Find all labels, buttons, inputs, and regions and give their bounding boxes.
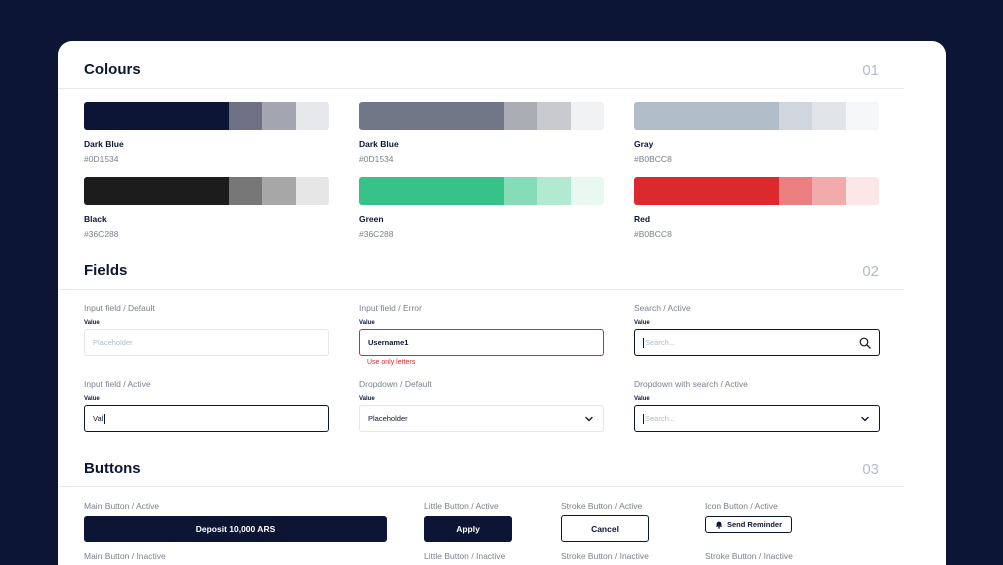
design-system-card: Colours 01 Dark Blue #0D1534 Dark Blue #0D1… xyxy=(58,41,946,565)
colour-shade xyxy=(537,102,571,130)
colour-shade xyxy=(846,102,879,130)
colour-shade xyxy=(812,177,846,205)
buttons-number: 03 xyxy=(862,461,879,478)
input-error-value: Username1 xyxy=(368,338,409,347)
input-error-label: Value xyxy=(359,320,375,326)
chevron-down-icon xyxy=(861,416,869,421)
search-placeholder: Search... xyxy=(645,338,676,347)
apply-button[interactable]: Apply xyxy=(424,516,512,542)
colour-swatch-bar xyxy=(84,102,329,130)
dropdown-value: Placeholder xyxy=(368,414,408,423)
fields-number: 02 xyxy=(862,263,879,280)
colour-swatch-bar xyxy=(634,102,879,130)
colour-name: Dark Blue xyxy=(359,139,399,149)
send-reminder-label: Send Reminder xyxy=(726,520,782,529)
colour-shade xyxy=(359,102,504,130)
chevron-down-icon xyxy=(585,416,593,421)
colour-swatch-bar xyxy=(359,102,604,130)
colour-swatch-bar xyxy=(84,177,329,205)
colour-swatch-bar xyxy=(359,177,604,205)
dropdown-search-label: Value xyxy=(634,396,650,402)
cancel-button[interactable]: Cancel xyxy=(561,515,649,542)
input-error-field[interactable]: Username1 xyxy=(359,329,604,356)
input-active-value: Val xyxy=(93,414,104,423)
colours-divider xyxy=(58,88,904,89)
search-input[interactable]: Search... xyxy=(634,329,880,356)
bell-icon xyxy=(715,521,723,529)
colour-shade xyxy=(779,177,812,205)
dropdown-search-select[interactable]: Search... xyxy=(634,405,880,432)
dropdown-label: Value xyxy=(359,396,375,402)
input-error-caption: Input field / Error xyxy=(359,303,422,313)
main-button-inactive-caption: Main Button / Inactive xyxy=(84,551,166,561)
input-active-caret xyxy=(104,413,106,424)
input-default-label: Value xyxy=(84,320,100,326)
colour-shade xyxy=(229,102,262,130)
colour-name: Dark Blue xyxy=(84,139,124,149)
little-button-inactive-caption: Little Button / Inactive xyxy=(424,551,506,561)
colour-shade xyxy=(571,102,604,130)
colours-number: 01 xyxy=(862,62,879,79)
colour-hex: #0D1534 xyxy=(359,154,394,164)
colour-shade xyxy=(229,177,262,205)
stroke-button-inactive-caption: Stroke Button / Inactive xyxy=(561,551,649,561)
search-caret xyxy=(643,337,644,348)
fields-divider xyxy=(58,289,904,290)
input-active-field[interactable]: Val xyxy=(84,405,329,432)
colour-shade xyxy=(504,177,537,205)
colour-hex: #36C288 xyxy=(84,229,119,239)
colour-shade xyxy=(504,102,537,130)
buttons-title: Buttons xyxy=(84,460,141,477)
colour-shade xyxy=(262,102,296,130)
colour-shade xyxy=(537,177,571,205)
stroke-button-active-caption: Stroke Button / Active xyxy=(561,501,643,511)
fields-title: Fields xyxy=(84,262,128,279)
colour-shade xyxy=(84,102,229,130)
colour-name: Gray xyxy=(634,139,654,149)
colour-shade xyxy=(571,177,604,205)
dropdown-caption: Dropdown / Default xyxy=(359,379,432,389)
search-icon[interactable] xyxy=(859,337,871,349)
deposit-button[interactable]: Deposit 10,000 ARS xyxy=(84,516,387,542)
colour-shade xyxy=(262,177,296,205)
main-button-active-caption: Main Button / Active xyxy=(84,501,160,511)
colours-title: Colours xyxy=(84,61,141,78)
dropdown-search-caret xyxy=(643,413,644,424)
colour-name: Black xyxy=(84,214,107,224)
colour-shade xyxy=(296,177,329,205)
dropdown-search-placeholder: Search... xyxy=(645,414,676,423)
input-default-placeholder: Placeholder xyxy=(93,338,133,347)
colour-hex: #B0BCC8 xyxy=(634,154,672,164)
colour-shade xyxy=(296,102,329,130)
colour-name: Green xyxy=(359,214,384,224)
colour-shade xyxy=(634,177,779,205)
input-active-label: Value xyxy=(84,396,100,402)
colour-shade xyxy=(84,177,229,205)
send-reminder-button[interactable]: Send Reminder xyxy=(705,516,792,533)
stroke-button-inactive-caption-2: Stroke Button / Inactive xyxy=(705,551,793,561)
icon-button-active-caption: Icon Button / Active xyxy=(705,501,778,511)
colour-shade xyxy=(812,102,846,130)
colour-shade xyxy=(779,102,812,130)
colour-shade xyxy=(846,177,879,205)
dropdown-select[interactable]: Placeholder xyxy=(359,405,604,432)
colour-name: Red xyxy=(634,214,651,224)
buttons-divider xyxy=(58,486,904,487)
colour-hex: #B0BCC8 xyxy=(634,229,672,239)
input-default-caption: Input field / Default xyxy=(84,303,155,313)
little-button-active-caption: Little Button / Active xyxy=(424,501,499,511)
dropdown-search-caption: Dropdown with search / Active xyxy=(634,379,748,389)
input-default-field[interactable]: Placeholder xyxy=(84,329,329,356)
input-active-caption: Input field / Active xyxy=(84,379,151,389)
colour-shade xyxy=(359,177,504,205)
search-label: Value xyxy=(634,320,650,326)
search-caption: Search / Active xyxy=(634,303,691,313)
colour-swatch-bar xyxy=(634,177,879,205)
colour-hex: #0D1534 xyxy=(84,154,119,164)
colour-shade xyxy=(634,102,779,130)
input-error-message: Use only letters xyxy=(367,359,416,366)
colour-hex: #36C288 xyxy=(359,229,394,239)
